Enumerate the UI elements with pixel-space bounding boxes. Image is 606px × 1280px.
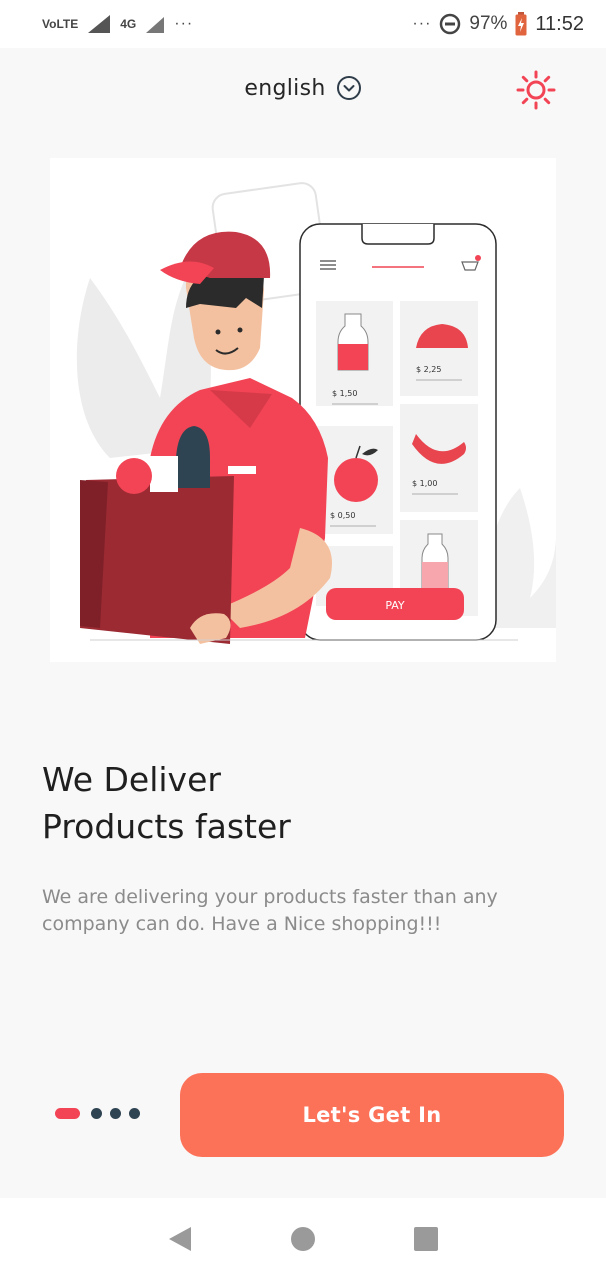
more-status-icon: ··· bbox=[412, 15, 432, 32]
status-right: ··· 97% 11:52 bbox=[412, 12, 584, 36]
headline-line-1: We Deliver bbox=[42, 760, 221, 799]
status-left: VoLTE 4G ··· bbox=[42, 14, 193, 34]
theme-toggle-button[interactable] bbox=[516, 70, 556, 110]
price-label: $ 0,50 bbox=[330, 511, 355, 520]
page-dot bbox=[91, 1108, 102, 1119]
home-icon bbox=[290, 1227, 315, 1251]
page-dot bbox=[129, 1108, 140, 1119]
clock: 11:52 bbox=[535, 12, 584, 35]
language-selector[interactable]: english bbox=[244, 75, 361, 101]
recents-icon bbox=[414, 1227, 439, 1251]
delivery-illustration: $ 1,50 $ 2,25 $ 0,50 $ 1,00 PAY bbox=[76, 182, 556, 644]
page-dot bbox=[110, 1108, 121, 1119]
battery-percent: 97% bbox=[469, 13, 508, 34]
back-button[interactable] bbox=[160, 1219, 200, 1259]
description: We are delivering your products faster t… bbox=[42, 886, 498, 935]
back-icon bbox=[168, 1227, 191, 1251]
price-label: $ 2,25 bbox=[416, 365, 441, 374]
pay-label: PAY bbox=[385, 599, 405, 612]
sun-icon bbox=[516, 70, 556, 110]
onboarding-illustration: $ 1,50 $ 2,25 $ 0,50 $ 1,00 PAY bbox=[50, 158, 556, 662]
price-label: $ 1,50 bbox=[332, 389, 357, 398]
language-label: english bbox=[244, 75, 326, 101]
network-type-label: 4G bbox=[120, 17, 137, 31]
home-button[interactable] bbox=[283, 1219, 323, 1259]
signal-icon bbox=[88, 15, 111, 33]
battery-icon bbox=[515, 12, 527, 36]
price-label: $ 1,00 bbox=[412, 479, 437, 488]
headline: We Deliver Products faster bbox=[42, 756, 562, 850]
more-notifications-icon: ··· bbox=[174, 15, 194, 32]
recents-button[interactable] bbox=[406, 1219, 446, 1259]
chevron-down-circle-icon bbox=[336, 76, 361, 100]
dnd-icon bbox=[440, 13, 461, 35]
status-bar: VoLTE 4G ··· ··· 97% 11:52 bbox=[0, 0, 606, 48]
lets-get-in-button[interactable]: Let's Get In bbox=[180, 1073, 564, 1157]
header: english bbox=[0, 48, 606, 128]
volte-icon: VoLTE bbox=[42, 17, 79, 31]
signal-icon-secondary bbox=[146, 17, 165, 33]
system-nav-bar bbox=[0, 1198, 606, 1280]
page-dot-active bbox=[55, 1108, 80, 1119]
headline-line-2: Products faster bbox=[42, 807, 291, 846]
page-indicator bbox=[55, 1108, 140, 1119]
